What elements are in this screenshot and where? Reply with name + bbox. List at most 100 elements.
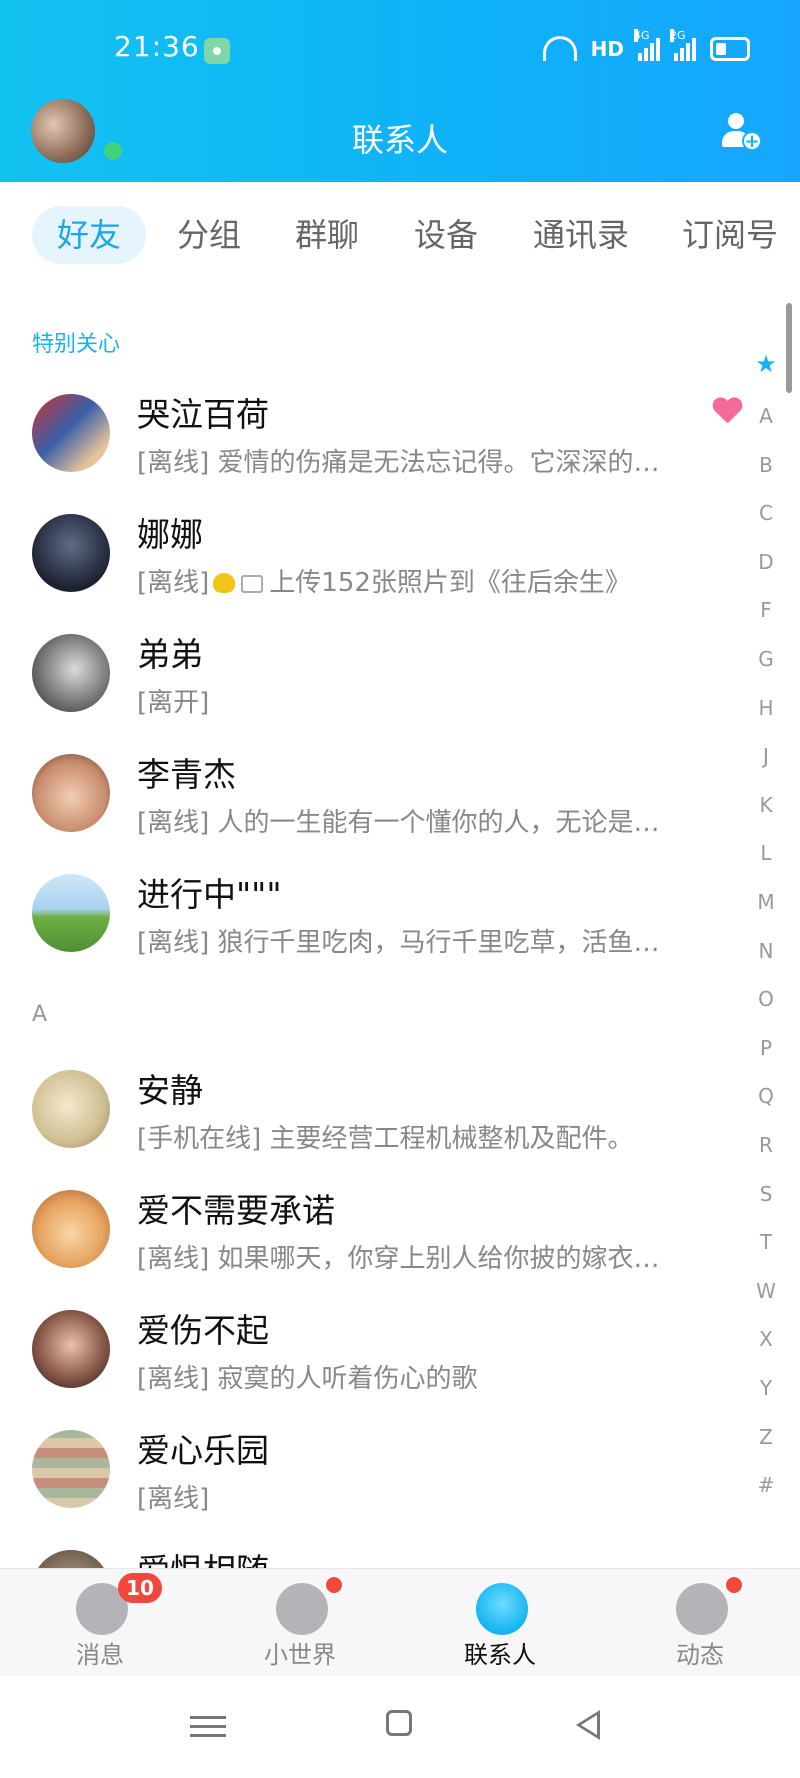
contact-status: [离线] 人的一生能有一个懂你的人，无论是… <box>137 808 660 838</box>
page-title: 联系人 <box>351 121 448 159</box>
contact-name: 安静 <box>137 1071 203 1110</box>
index-letter[interactable]: N <box>746 939 786 963</box>
battery-icon <box>710 36 750 61</box>
app-header: 21:36 HD 4G 2G 联系人 + <box>0 0 800 182</box>
system-icons: HD 4G 2G <box>542 28 750 61</box>
index-letter[interactable]: X <box>746 1327 786 1351</box>
nav-feed[interactable]: 动态 <box>640 1569 760 1677</box>
nav-small-world[interactable]: 小世界 <box>240 1569 360 1677</box>
menu-button[interactable] <box>190 1710 226 1744</box>
index-letter[interactable]: D <box>746 550 786 574</box>
contact-row[interactable]: 进行中""" [离线] 狼行千里吃肉，马行千里吃草，活鱼… <box>0 852 740 972</box>
notification-dot <box>724 1575 744 1595</box>
avatar <box>32 634 110 712</box>
contact-row[interactable]: 爱恨相随 <box>0 1528 740 1568</box>
index-letter[interactable]: Z <box>746 1425 786 1449</box>
nav-messages[interactable]: 10 消息 <box>40 1569 162 1677</box>
index-star[interactable]: ★ <box>746 350 786 378</box>
notification-icon <box>204 38 230 64</box>
contact-name: 弟弟 <box>137 635 203 674</box>
photo-icon <box>241 575 264 593</box>
contact-name: 进行中""" <box>137 875 282 914</box>
index-letter[interactable]: Q <box>746 1084 786 1108</box>
index-letter[interactable]: L <box>746 841 786 865</box>
contact-name: 爱不需要承诺 <box>137 1191 335 1230</box>
contact-status: [离线] 爱情的伤痛是无法忘记得。它深深的… <box>137 448 660 478</box>
avatar <box>32 1430 110 1508</box>
contact-status: [手机在线] 主要经营工程机械整机及配件。 <box>137 1124 634 1154</box>
contact-status: [离线] 上传152张照片到《往后余生》 <box>137 568 631 598</box>
index-letter[interactable]: W <box>746 1279 786 1303</box>
index-letter[interactable]: # <box>746 1473 786 1497</box>
tab-groups[interactable]: 分组 <box>162 206 256 264</box>
crown-icon <box>213 573 236 593</box>
tab-subscriptions[interactable]: 订阅号 <box>670 206 790 264</box>
scrollbar[interactable] <box>786 303 792 393</box>
contact-row[interactable]: 弟弟 [离开] <box>0 612 740 732</box>
planet-icon <box>676 1583 728 1635</box>
avatar <box>32 514 110 592</box>
contact-status: [离线] 寂寞的人听着伤心的歌 <box>137 1364 478 1394</box>
index-letter[interactable]: M <box>746 890 786 914</box>
signal-2g-icon: 2G <box>670 28 696 61</box>
index-letter[interactable]: B <box>746 453 786 477</box>
index-letter[interactable]: Y <box>746 1376 786 1400</box>
contact-row[interactable]: 李青杰 [离线] 人的一生能有一个懂你的人，无论是… <box>0 732 740 852</box>
contact-name: 爱伤不起 <box>137 1311 269 1350</box>
wifi-icon <box>542 36 577 61</box>
person-icon <box>728 113 744 129</box>
tab-friends[interactable]: 好友 <box>32 206 146 264</box>
index-letter[interactable]: J <box>746 744 786 768</box>
contact-name: 李青杰 <box>137 755 236 794</box>
index-letter[interactable]: O <box>746 987 786 1011</box>
contact-status: [离开] <box>137 688 210 718</box>
contact-status: [离线] 如果哪天，你穿上别人给你披的嫁衣… <box>137 1244 660 1274</box>
world-icon <box>276 1583 328 1635</box>
index-letter[interactable]: H <box>746 696 786 720</box>
index-letter[interactable]: C <box>746 501 786 525</box>
contact-name: 爱恨相随 <box>137 1544 269 1568</box>
bottom-nav: 10 消息 小世界 联系人 动态 <box>0 1568 800 1677</box>
index-letter[interactable]: P <box>746 1036 786 1060</box>
index-letter[interactable]: R <box>746 1133 786 1157</box>
avatar <box>32 1070 110 1148</box>
index-letter[interactable]: F <box>746 598 786 622</box>
avatar <box>32 1310 110 1388</box>
unread-badge: 10 <box>118 1573 162 1603</box>
status-bar: 21:36 HD 4G 2G <box>0 0 800 100</box>
status-time: 21:36 <box>114 30 200 63</box>
tab-address-book[interactable]: 通讯录 <box>521 206 641 264</box>
contact-row[interactable]: 安静 [手机在线] 主要经营工程机械整机及配件。 <box>0 1048 740 1168</box>
plus-icon: + <box>742 131 762 151</box>
contact-status: [离线] <box>137 1484 210 1514</box>
hd-indicator: HD <box>590 36 624 61</box>
index-letter[interactable]: S <box>746 1182 786 1206</box>
avatar <box>32 874 110 952</box>
contact-name: 哭泣百荷 <box>137 395 269 434</box>
add-contact-button[interactable]: + <box>722 113 762 153</box>
index-letter[interactable]: K <box>746 793 786 817</box>
contact-row[interactable]: 爱不需要承诺 [离线] 如果哪天，你穿上别人给你披的嫁衣… <box>0 1168 740 1288</box>
signal-4g-icon: 4G <box>634 28 660 61</box>
tab-group-chats[interactable]: 群聊 <box>280 206 374 264</box>
home-button[interactable] <box>386 1710 412 1736</box>
index-letter[interactable]: G <box>746 647 786 671</box>
contact-row[interactable]: 哭泣百荷 [离线] 爱情的伤痛是无法忘记得。它深深的… <box>0 372 740 492</box>
avatar <box>32 1550 110 1568</box>
contact-name: 娜娜 <box>137 515 203 554</box>
index-letter[interactable]: T <box>746 1230 786 1254</box>
system-nav-bar <box>0 1676 800 1778</box>
contact-row[interactable]: 爱心乐园 [离线] <box>0 1408 740 1528</box>
section-header-a: A <box>32 1002 48 1027</box>
contact-name: 爱心乐园 <box>137 1431 269 1470</box>
contact-row[interactable]: 爱伤不起 [离线] 寂寞的人听着伤心的歌 <box>0 1288 740 1408</box>
avatar <box>32 1190 110 1268</box>
contact-tabs: 好友 分组 群聊 设备 通讯录 订阅号 <box>0 182 800 282</box>
index-letter[interactable]: A <box>746 404 786 428</box>
avatar <box>32 754 110 832</box>
back-button[interactable] <box>576 1710 600 1740</box>
nav-contacts[interactable]: 联系人 <box>440 1569 560 1677</box>
contact-row[interactable]: 娜娜 [离线] 上传152张照片到《往后余生》 <box>0 492 740 612</box>
contacts-icon <box>476 1583 528 1635</box>
tab-devices[interactable]: 设备 <box>399 206 493 264</box>
